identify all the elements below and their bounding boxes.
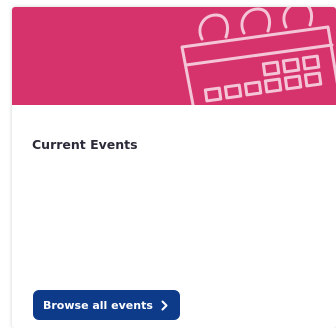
events-banner — [12, 7, 336, 105]
chevron-right-icon — [161, 300, 168, 311]
events-card: Current Events Browse all events — [12, 7, 336, 328]
page-background: Current Events Browse all events — [0, 0, 336, 328]
browse-all-events-button[interactable]: Browse all events — [33, 290, 180, 320]
browse-button-label: Browse all events — [43, 298, 153, 312]
card-title: Current Events — [32, 137, 138, 152]
calendar-icon — [180, 7, 336, 105]
